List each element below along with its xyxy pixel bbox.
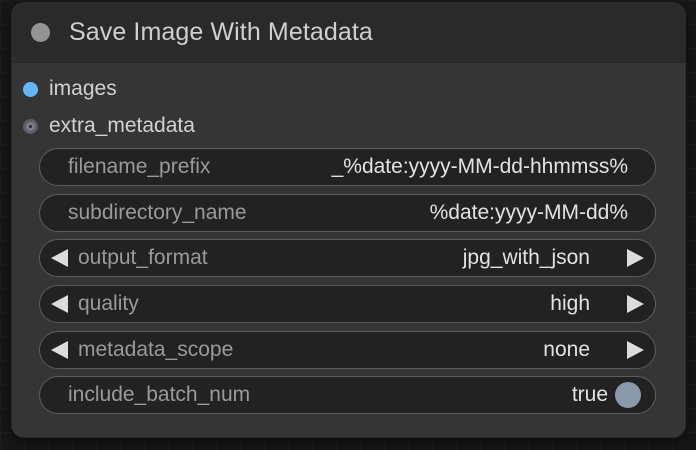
node-title: Save Image With Metadata (69, 18, 373, 46)
widget-label: output_format (78, 246, 208, 269)
include-batch-num-toggle[interactable]: include_batch_num true (39, 376, 656, 414)
increment-arrow-icon[interactable] (627, 295, 644, 313)
toggle-knob-icon[interactable] (615, 382, 641, 408)
graph-canvas[interactable]: Save Image With Metadata images extra_me… (0, 0, 696, 450)
collapse-toggle-icon[interactable] (31, 23, 50, 42)
subdirectory-name-widget[interactable]: subdirectory_name %date:yyyy-MM-dd% (39, 194, 656, 232)
decrement-arrow-icon[interactable] (51, 249, 68, 267)
output-format-widget[interactable]: output_format jpg_with_json (39, 239, 656, 277)
metadata-scope-widget[interactable]: metadata_scope none (39, 331, 656, 369)
widget-label: metadata_scope (78, 338, 234, 361)
widget-label: subdirectory_name (68, 201, 247, 224)
input-slot-label: extra_metadata (49, 114, 195, 137)
widget-value: jpg_with_json (462, 246, 590, 269)
widget-value: %date:yyyy-MM-dd% (429, 201, 628, 224)
widget-label: filename_prefix (68, 155, 211, 178)
widget-value: true (571, 383, 608, 406)
extra-metadata-slot-dot-icon[interactable] (23, 118, 38, 134)
decrement-arrow-icon[interactable] (51, 341, 68, 359)
node-header[interactable]: Save Image With Metadata (12, 3, 685, 63)
widget-value: _%date:yyyy-MM-dd-hhmmss% (331, 155, 628, 178)
images-slot-dot-icon[interactable] (23, 81, 38, 97)
widget-value: high (550, 292, 590, 315)
increment-arrow-icon[interactable] (627, 341, 644, 359)
input-slot-label: images (49, 77, 117, 100)
widget-label: include_batch_num (68, 383, 251, 406)
decrement-arrow-icon[interactable] (51, 295, 68, 313)
increment-arrow-icon[interactable] (627, 249, 644, 267)
widget-label: quality (78, 292, 139, 315)
filename-prefix-widget[interactable]: filename_prefix _%date:yyyy-MM-dd-hhmmss… (39, 148, 656, 186)
widget-value: none (543, 338, 590, 361)
save-image-with-metadata-node[interactable]: Save Image With Metadata images extra_me… (12, 3, 685, 437)
quality-widget[interactable]: quality high (39, 285, 656, 323)
